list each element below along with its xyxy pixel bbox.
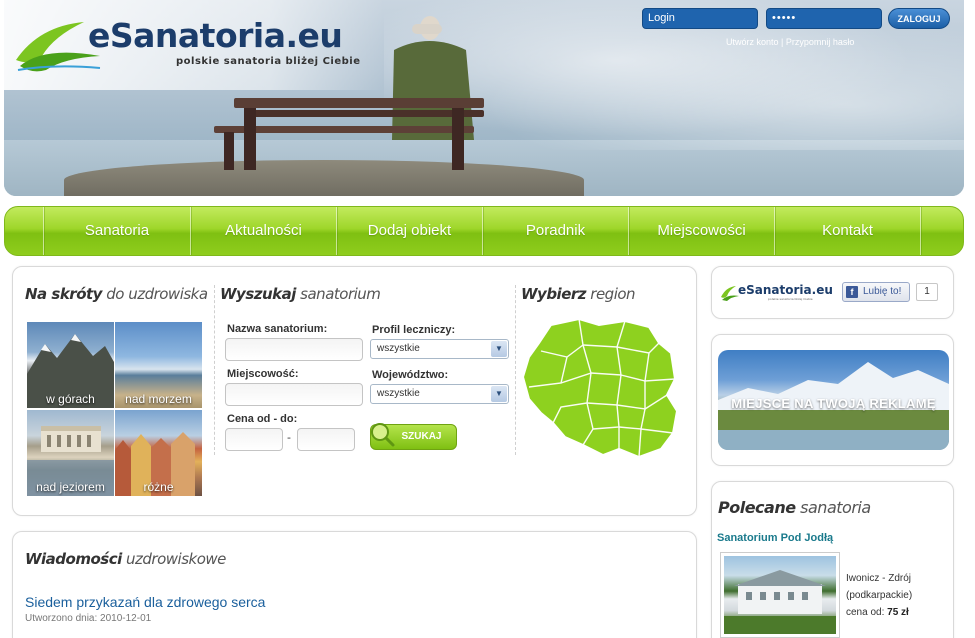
nav-item-kontakt[interactable]: Kontakt bbox=[775, 207, 920, 255]
news-date: Utworzono dnia: 2010-12-01 bbox=[25, 613, 152, 624]
shortcut-tile-various[interactable]: różne bbox=[115, 410, 202, 496]
tile-label: w górach bbox=[46, 392, 95, 406]
nav-separator bbox=[920, 207, 921, 255]
logo-brand-name: eSanatoria.eu bbox=[88, 16, 343, 55]
facebook-icon: f bbox=[846, 286, 858, 298]
site-logo[interactable]: eSanatoria.eu polskie sanatoria bliżej C… bbox=[14, 16, 374, 76]
small-logo-tagline: polskie sanatoria bliżej Ciebie bbox=[768, 297, 813, 301]
news-heading: Wiadomości uzdrowiskowe bbox=[25, 550, 226, 568]
name-label: Nazwa sanatorium: bbox=[227, 323, 328, 335]
province-label: Województwo: bbox=[372, 369, 449, 381]
shortcuts-heading-rest: do uzdrowiska bbox=[101, 285, 208, 303]
recommended-panel: Polecane sanatoria Sanatorium Pod Jodłą … bbox=[711, 481, 954, 638]
page: eSanatoria.eu polskie sanatoria bliżej C… bbox=[0, 0, 975, 638]
logo-swoosh-icon bbox=[721, 286, 739, 301]
search-submit-button[interactable]: SZUKAJ bbox=[370, 423, 457, 450]
like-button-label: Lubię to! bbox=[863, 286, 902, 297]
town-label: Miejscowość: bbox=[227, 368, 299, 380]
nav-item-dodaj-obiekt[interactable]: Dodaj obiekt bbox=[337, 207, 482, 255]
building-illustration bbox=[724, 570, 836, 634]
profile-select-value: wszystkie bbox=[377, 343, 420, 354]
province-select-value: wszystkie bbox=[377, 388, 420, 399]
facebook-panel: eSanatoria.eu polskie sanatoria bliżej C… bbox=[711, 266, 954, 319]
login-box: Login ••••• ZALOGUJ Utwórz konto | Przyp… bbox=[642, 8, 962, 52]
price-value: 75 zł bbox=[887, 607, 909, 618]
shortcut-tile-mountains[interactable]: w górach bbox=[27, 322, 114, 408]
shortcut-tile-sea[interactable]: nad morzem bbox=[115, 322, 202, 408]
forgot-password-link[interactable]: Przypomnij hasło bbox=[786, 37, 855, 47]
ad-panel: MIEJSCE NA TWOJĄ REKLAMĘ bbox=[711, 334, 954, 466]
column-divider bbox=[515, 285, 516, 455]
recommended-price: cena od: 75 zł bbox=[846, 604, 912, 621]
login-input[interactable]: Login bbox=[642, 8, 758, 29]
chevron-down-icon: ▼ bbox=[491, 386, 507, 402]
logo-tagline: polskie sanatoria bliżej Ciebie bbox=[176, 56, 361, 67]
region-heading-bold: Wybierz bbox=[521, 285, 587, 303]
login-links-separator: | bbox=[781, 37, 784, 47]
sanatorium-building-image bbox=[724, 556, 836, 634]
ad-text: MIEJSCE NA TWOJĄ REKLAMĘ bbox=[731, 396, 936, 411]
login-links: Utwórz konto | Przypomnij hasło bbox=[726, 37, 854, 47]
small-logo-brand-name: eSanatoria.eu bbox=[738, 283, 833, 297]
search-heading-bold: Wyszukaj bbox=[220, 285, 296, 303]
recommended-heading-bold: Polecane bbox=[718, 498, 796, 517]
search-panel: Na skróty do uzdrowiska w górach nad mor… bbox=[12, 266, 697, 516]
ad-banner[interactable]: MIEJSCE NA TWOJĄ REKLAMĘ bbox=[718, 350, 949, 450]
tile-label: nad morzem bbox=[125, 392, 192, 406]
shortcuts-heading-bold: Na skróty bbox=[25, 285, 102, 303]
province-select[interactable]: wszystkie ▼ bbox=[370, 384, 509, 404]
header-banner: eSanatoria.eu polskie sanatoria bliżej C… bbox=[4, 0, 964, 196]
news-panel: Wiadomości uzdrowiskowe Siedem przykazań… bbox=[12, 531, 697, 638]
search-heading-rest: sanatorium bbox=[295, 285, 381, 303]
recommended-town: Iwonicz - Zdrój bbox=[846, 573, 912, 584]
main-navigation: Sanatoria Aktualności Dodaj obiekt Porad… bbox=[4, 206, 964, 256]
small-site-logo[interactable]: eSanatoria.eu polskie sanatoria bliżej C… bbox=[720, 282, 840, 304]
region-heading: Wybierz region bbox=[521, 285, 636, 303]
create-account-link[interactable]: Utwórz konto bbox=[726, 37, 779, 47]
nav-item-poradnik[interactable]: Poradnik bbox=[483, 207, 628, 255]
nav-item-miejscowosci[interactable]: Miejscowości bbox=[629, 207, 774, 255]
like-count: 1 bbox=[916, 283, 938, 301]
price-prefix: cena od: bbox=[846, 607, 885, 618]
news-heading-rest: uzdrowiskowe bbox=[121, 550, 226, 568]
town-input[interactable] bbox=[225, 383, 363, 406]
recommended-sanatorium-link[interactable]: Sanatorium Pod Jodłą bbox=[717, 532, 833, 544]
profile-label: Profil leczniczy: bbox=[372, 324, 456, 336]
nav-item-aktualnosci[interactable]: Aktualności bbox=[191, 207, 336, 255]
profile-select[interactable]: wszystkie ▼ bbox=[370, 339, 509, 359]
news-headline-link[interactable]: Siedem przykazań dla zdrowego serca bbox=[25, 594, 265, 610]
poland-region-map[interactable] bbox=[521, 317, 683, 465]
recommended-heading-rest: sanatoria bbox=[795, 498, 871, 517]
magnifier-icon bbox=[371, 423, 395, 447]
price-to-input[interactable] bbox=[297, 428, 355, 451]
tile-label: nad jeziorem bbox=[36, 480, 105, 494]
name-input[interactable] bbox=[225, 338, 363, 361]
login-submit-button[interactable]: ZALOGUJ bbox=[888, 8, 950, 29]
chevron-down-icon: ▼ bbox=[491, 341, 507, 357]
search-heading: Wyszukaj sanatorium bbox=[220, 285, 381, 303]
news-heading-bold: Wiadomości bbox=[25, 550, 122, 568]
recommended-sanatorium-info: Iwonicz - Zdrój (podkarpackie) cena od: … bbox=[846, 570, 912, 621]
recommended-province: (podkarpackie) bbox=[846, 590, 913, 601]
price-range-dash: - bbox=[287, 431, 291, 444]
shortcuts-heading: Na skróty do uzdrowiska bbox=[25, 285, 208, 303]
shortcut-tile-lake[interactable]: nad jeziorem bbox=[27, 410, 114, 496]
recommended-sanatorium-photo[interactable] bbox=[720, 552, 840, 638]
search-submit-label: SZUKAJ bbox=[401, 431, 442, 442]
column-divider bbox=[214, 285, 215, 455]
nav-item-sanatoria[interactable]: Sanatoria bbox=[44, 207, 190, 255]
price-from-input[interactable] bbox=[225, 428, 283, 451]
tile-label: różne bbox=[143, 480, 174, 494]
recommended-heading: Polecane sanatoria bbox=[718, 498, 871, 517]
facebook-like-button[interactable]: f Lubię to! bbox=[842, 282, 910, 302]
region-heading-rest: region bbox=[586, 285, 636, 303]
price-label: Cena od - do: bbox=[227, 413, 298, 425]
password-input[interactable]: ••••• bbox=[766, 8, 882, 29]
